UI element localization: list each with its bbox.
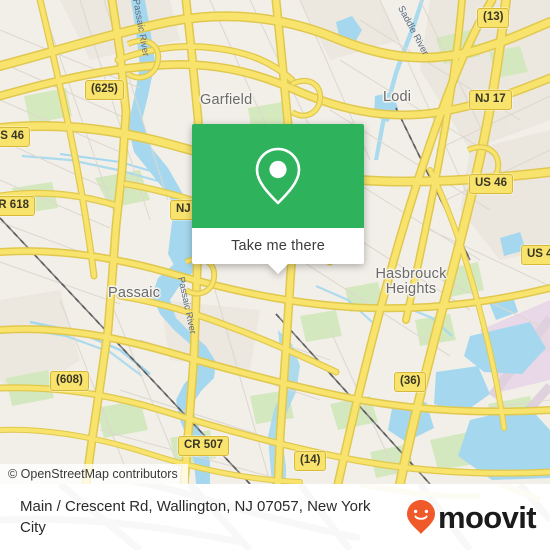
moovit-logo: moovit [406,499,537,535]
callout-header [192,124,364,228]
moovit-map-screen: Garfield Lodi Passaic Hasbrouck Heights … [0,0,550,550]
location-pin-icon [255,147,301,205]
moovit-wordmark: moovit [437,499,537,535]
attribution-text: © OpenStreetMap contributors [8,467,178,481]
callout-pointer [268,264,288,274]
destination-address: Main / Crescent Rd, Wallington, NJ 07057… [20,498,371,536]
take-me-there-label: Take me there [231,238,325,254]
take-me-there-button[interactable]: Take me there [192,228,364,264]
footer-bar: Main / Crescent Rd, Wallington, NJ 07057… [0,484,550,550]
map-canvas[interactable]: Garfield Lodi Passaic Hasbrouck Heights … [0,0,550,484]
moovit-pin-icon [406,500,435,534]
destination-callout[interactable]: Take me there [192,124,364,274]
map-attribution[interactable]: © OpenStreetMap contributors [0,464,188,484]
